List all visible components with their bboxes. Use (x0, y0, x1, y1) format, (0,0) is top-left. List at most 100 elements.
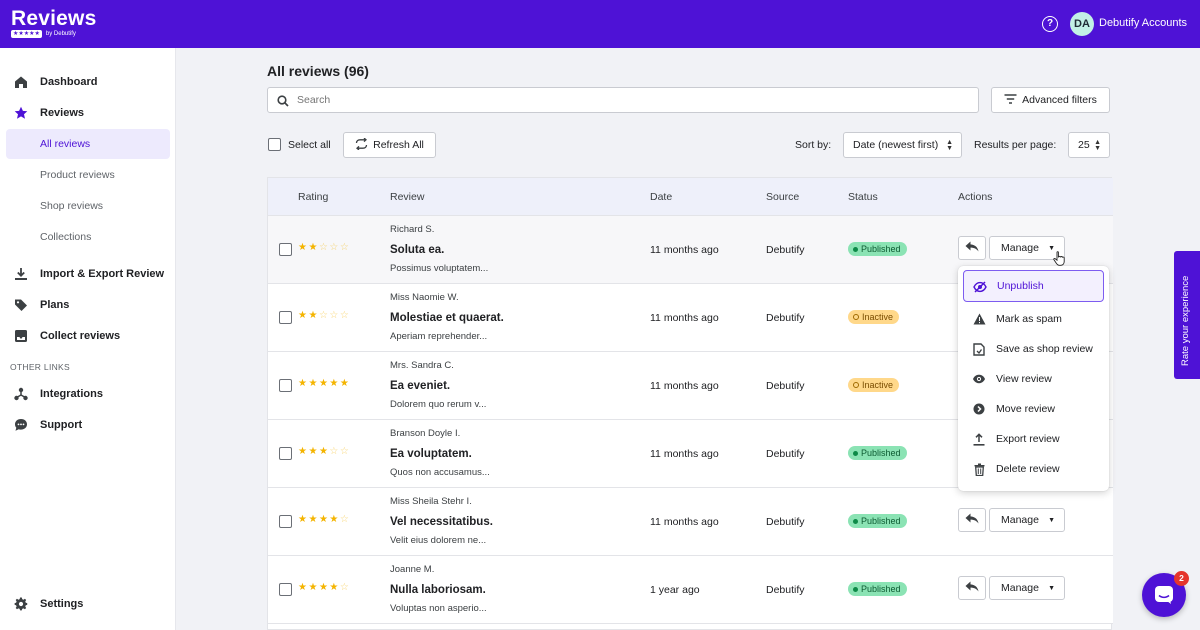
menu-item-export-review[interactable]: Export review (963, 423, 1104, 455)
results-per-page-label: Results per page: (974, 139, 1057, 151)
select-all-label[interactable]: Select all (288, 139, 331, 151)
review-title[interactable]: Soluta ea. (390, 244, 444, 256)
review-title[interactable]: Vel necessitatibus. (390, 516, 493, 528)
review-title[interactable]: Molestiae et quaerat. (390, 312, 504, 324)
review-source: Debutify (766, 448, 805, 460)
reply-button[interactable] (958, 236, 986, 260)
menu-item-delete-review[interactable]: Delete review (963, 453, 1104, 485)
eye-off-icon (973, 280, 987, 294)
row-checkbox[interactable] (279, 243, 292, 256)
menu-item-move-review[interactable]: Move review (963, 393, 1104, 425)
select-all-checkbox[interactable] (268, 138, 281, 151)
star-empty-icon: ☆ (329, 242, 340, 253)
sidebar-item-import-export[interactable]: Import & Export Review (0, 259, 176, 289)
page-title: All reviews (96) (267, 63, 369, 79)
sort-select[interactable]: Date (newest first) ▲ ▼ (843, 132, 962, 158)
refresh-all-button[interactable]: Refresh All (343, 132, 436, 158)
advanced-filters-label: Advanced filters (1022, 94, 1097, 106)
upload-icon (972, 432, 986, 446)
review-title[interactable]: Ea voluptatem. (390, 448, 472, 460)
review-date: 1 year ago (650, 584, 700, 596)
search-input[interactable] (297, 92, 957, 108)
manage-label: Manage (1001, 582, 1039, 594)
top-bar: Reviews ★★★★★ by Debutify ? DA Debutify … (0, 0, 1200, 48)
star-filled-icon: ★ (298, 242, 309, 253)
reply-button[interactable] (958, 576, 986, 600)
reviewer-name: Richard S. (390, 224, 435, 235)
menu-item-save-as-shop-review[interactable]: Save as shop review (963, 333, 1104, 365)
review-source: Debutify (766, 516, 805, 528)
eye-icon (972, 372, 986, 386)
sidebar-item-reviews[interactable]: Reviews (0, 98, 176, 128)
menu-item-label: Save as shop review (996, 343, 1093, 355)
row-checkbox[interactable] (279, 583, 292, 596)
trash-icon (972, 462, 986, 476)
sidebar-item-collect-reviews[interactable]: Collect reviews (0, 321, 176, 351)
menu-item-label: Move review (996, 403, 1055, 415)
star-empty-icon: ☆ (339, 446, 351, 457)
reviewer-name: Miss Sheila Stehr I. (390, 496, 472, 507)
review-title[interactable]: Ea eveniet. (390, 380, 450, 392)
sidebar-item-label: Plans (40, 299, 70, 311)
column-header-actions: Actions (958, 191, 993, 203)
status-text: Published (861, 584, 901, 594)
star-filled-icon: ★ (329, 514, 340, 525)
results-per-page-select[interactable]: 25 ▲ ▼ (1068, 132, 1110, 158)
review-date: 11 months ago (650, 448, 719, 460)
sidebar-item-plans[interactable]: Plans (0, 290, 176, 320)
sort-arrows-icon: ▲ ▼ (946, 139, 953, 152)
avatar[interactable]: DA (1070, 12, 1094, 36)
review-source: Debutify (766, 584, 805, 596)
sidebar-subitem-collections[interactable]: Collections (6, 222, 170, 252)
sidebar-item-label: Integrations (40, 388, 103, 400)
review-date: 11 months ago (650, 516, 719, 528)
menu-item-unpublish[interactable]: Unpublish (963, 270, 1104, 302)
advanced-filters-button[interactable]: Advanced filters (991, 87, 1110, 113)
sidebar-item-support[interactable]: Support (0, 410, 176, 440)
app-logo[interactable]: Reviews ★★★★★ by Debutify (11, 8, 96, 38)
reply-button[interactable] (958, 508, 986, 532)
star-empty-icon: ☆ (318, 242, 330, 253)
table-row[interactable]: ★★★★☆ Joanne M. Nulla laboriosam. Volupt… (268, 556, 1113, 624)
row-checkbox[interactable] (279, 379, 292, 392)
sort-by-label: Sort by: (795, 139, 832, 151)
menu-item-mark-as-spam[interactable]: Mark as spam (963, 303, 1104, 335)
rate-experience-tab[interactable]: Rate your experience (1174, 251, 1200, 379)
menu-item-view-review[interactable]: View review (963, 363, 1104, 395)
download-icon (14, 267, 28, 281)
review-date: 11 months ago (650, 312, 719, 324)
manage-button[interactable]: Manage ▼ (989, 576, 1065, 600)
sidebar-subitem-shop-reviews[interactable]: Shop reviews (6, 191, 170, 221)
account-name[interactable]: Debutify Accounts (1099, 17, 1187, 29)
row-checkbox[interactable] (279, 311, 292, 324)
sidebar-subitem-product-reviews[interactable]: Product reviews (6, 160, 170, 190)
menu-item-label: Export review (996, 433, 1060, 445)
sort-select-value: Date (newest first) (853, 139, 939, 151)
reviewer-name: Branson Doyle I. (390, 428, 461, 439)
review-body: Quos non accusamus... (390, 467, 490, 478)
rating-stars: ★★★★★ (298, 378, 350, 389)
star-filled-icon: ★ (329, 582, 340, 593)
review-source: Debutify (766, 312, 805, 324)
sidebar-item-integrations[interactable]: Integrations (0, 379, 176, 409)
status-badge: Inactive (848, 310, 900, 324)
arrow-circle-icon (972, 402, 986, 416)
row-checkbox[interactable] (279, 515, 292, 528)
sidebar-subitem-all-reviews[interactable]: All reviews (6, 129, 170, 159)
table-row[interactable]: ★★★★☆ Miss Sheila Stehr I. Vel necessita… (268, 488, 1113, 556)
sidebar-item-dashboard[interactable]: Dashboard (0, 67, 176, 97)
rating-stars: ★★★☆☆ (298, 446, 350, 457)
review-source: Debutify (766, 244, 805, 256)
star-empty-icon: ☆ (339, 514, 351, 525)
manage-button[interactable]: Manage ▼ (989, 508, 1065, 532)
chat-notification-badge: 2 (1174, 571, 1189, 586)
logo-stars: ★★★★★ (11, 30, 42, 38)
reviewer-name: Mrs. Sandra C. (390, 360, 454, 371)
help-icon[interactable]: ? (1042, 16, 1058, 32)
review-title[interactable]: Nulla laboriosam. (390, 584, 486, 596)
row-checkbox[interactable] (279, 447, 292, 460)
search-box[interactable] (267, 87, 979, 113)
sidebar-item-settings[interactable]: Settings (0, 589, 176, 619)
menu-item-label: Delete review (996, 463, 1060, 475)
star-filled-icon: ★ (298, 582, 309, 593)
